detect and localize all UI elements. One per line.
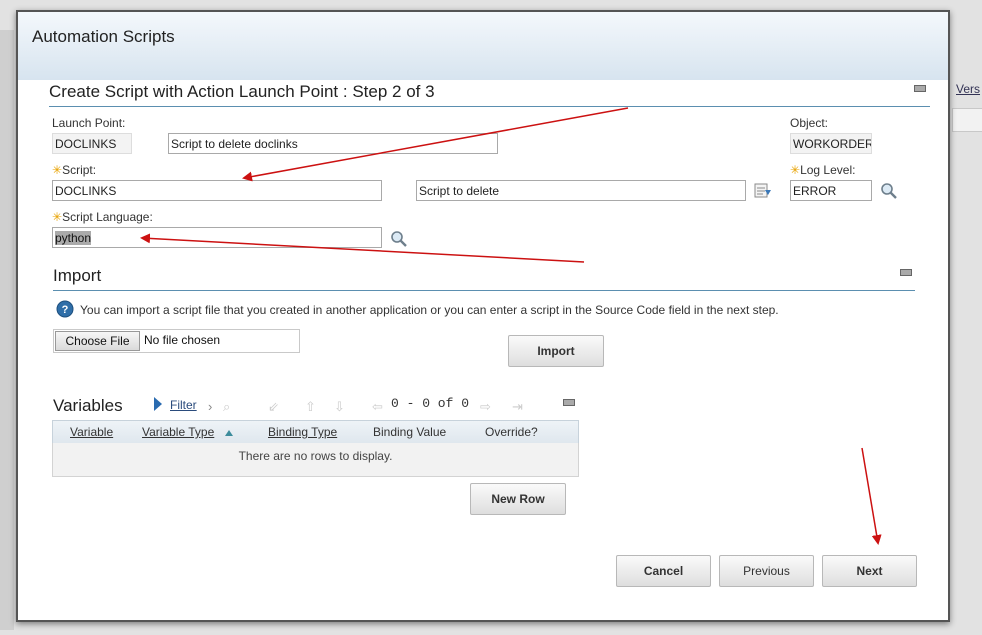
background-left-panel: [0, 30, 14, 630]
import-help-text: You can import a script file that you cr…: [80, 303, 779, 317]
column-binding-type[interactable]: Binding Type: [268, 425, 337, 439]
download-icon: ⇙: [268, 399, 279, 414]
first-page-icon: ⇧: [305, 399, 316, 414]
background-field: [952, 108, 982, 132]
next-button[interactable]: Next: [822, 555, 917, 587]
previous-button[interactable]: Previous: [719, 555, 814, 587]
sort-ascending-icon: [225, 430, 233, 436]
page-back-icon: ⇦: [372, 399, 383, 414]
file-chooser[interactable]: Choose File No file chosen: [53, 329, 300, 353]
automation-scripts-dialog: Automation Scripts Create Script with Ac…: [16, 10, 950, 622]
dialog-header: Automation Scripts: [18, 12, 948, 80]
filter-link[interactable]: Filter: [170, 398, 197, 412]
import-section-collapse-icon[interactable]: [900, 269, 912, 276]
import-section-title: Import: [53, 266, 102, 285]
help-info-icon: ?: [56, 300, 74, 318]
previous-page-icon: ⇩: [334, 399, 345, 414]
object-field: WORKORDER: [790, 133, 872, 154]
variables-table-body: There are no rows to display.: [52, 443, 579, 477]
filter-arrow-icon[interactable]: [152, 396, 164, 412]
script-field[interactable]: DOCLINKS: [52, 180, 382, 201]
variables-table-header: Variable Variable Type Binding Type Bind…: [52, 420, 579, 444]
log-level-label: ✳Log Level:: [790, 163, 855, 177]
clear-filter-icon: ⌕: [223, 399, 231, 414]
launch-point-field: DOCLINKS: [52, 133, 132, 154]
script-label: ✳Script:: [52, 163, 96, 177]
import-button[interactable]: Import: [508, 335, 604, 367]
new-row-button[interactable]: New Row: [470, 483, 566, 515]
step-section-title: Create Script with Action Launch Point :…: [49, 82, 435, 101]
column-override: Override?: [485, 425, 538, 439]
object-label: Object:: [790, 116, 829, 130]
dialog-title: Automation Scripts: [32, 27, 175, 46]
next-page-icon: ⇨: [480, 399, 491, 414]
log-level-label-text: Log Level:: [800, 163, 856, 177]
import-section-divider: [53, 290, 915, 291]
svg-text:?: ?: [62, 304, 69, 316]
variables-section-title: Variables: [53, 396, 123, 415]
choose-file-button[interactable]: Choose File: [55, 331, 140, 351]
column-variable-type[interactable]: Variable Type: [142, 425, 214, 439]
column-variable[interactable]: Variable: [70, 425, 113, 439]
script-language-field[interactable]: python: [52, 227, 382, 248]
no-file-chosen-text: No file chosen: [144, 333, 221, 347]
script-label-text: Script:: [62, 163, 97, 177]
script-description-field[interactable]: Script to delete: [416, 180, 746, 201]
empty-table-message: There are no rows to display.: [238, 449, 393, 463]
column-binding-value: Binding Value: [373, 425, 447, 439]
required-star-icon: ✳: [52, 163, 63, 177]
variables-section-collapse-icon[interactable]: [563, 399, 575, 406]
script-language-value: python: [55, 231, 92, 245]
log-level-field[interactable]: ERROR: [790, 180, 872, 201]
script-language-label-text: Script Language:: [62, 210, 153, 224]
last-page-icon: ⇥: [512, 399, 523, 414]
long-description-icon[interactable]: [753, 182, 773, 200]
step-section-divider: [49, 106, 930, 107]
cancel-button[interactable]: Cancel: [616, 555, 711, 587]
required-star-icon: ✳: [790, 163, 801, 177]
script-language-label: ✳Script Language:: [52, 210, 153, 224]
script-language-lookup-icon[interactable]: [390, 230, 408, 248]
log-level-lookup-icon[interactable]: [880, 182, 898, 200]
launch-point-description-field[interactable]: Script to delete doclinks: [168, 133, 498, 154]
pager-text: 0 - 0 of 0: [391, 396, 470, 411]
filter-expand-icon[interactable]: ›: [208, 399, 212, 414]
launch-point-label: Launch Point:: [52, 116, 126, 130]
required-star-icon: ✳: [52, 210, 63, 224]
step-section-collapse-icon[interactable]: [914, 85, 926, 92]
background-versions-link[interactable]: Vers: [956, 82, 980, 96]
